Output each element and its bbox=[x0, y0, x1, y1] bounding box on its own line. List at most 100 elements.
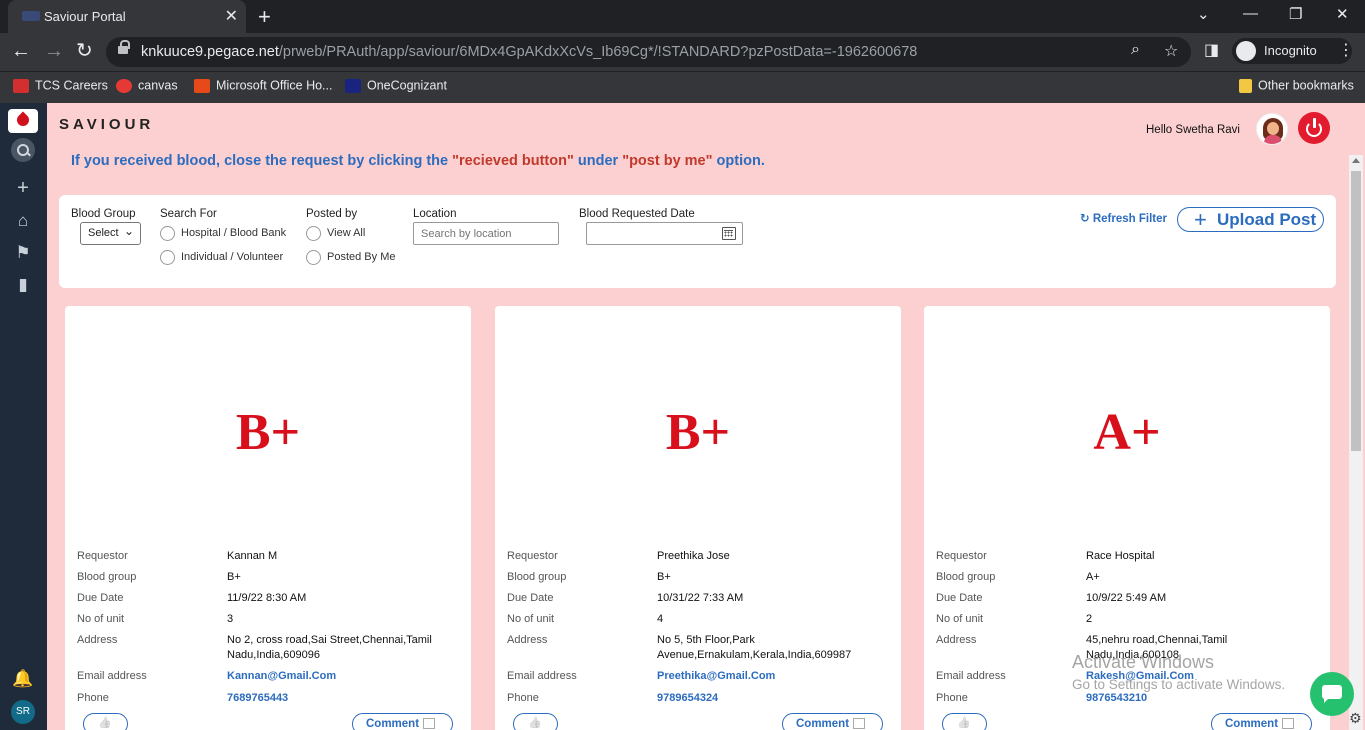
units-value: 4 bbox=[657, 613, 664, 625]
blood-group-value: B+ bbox=[227, 571, 241, 583]
bookmark-canvas[interactable]: canvas bbox=[116, 78, 178, 96]
requested-date-label: Blood Requested Date bbox=[579, 208, 695, 220]
upload-post-button[interactable]: + Upload Post bbox=[1177, 207, 1324, 232]
menu-dots-icon[interactable]: ⋮ bbox=[1338, 40, 1354, 60]
tab-title: Saviour Portal bbox=[44, 9, 126, 24]
page-scrollbar[interactable] bbox=[1349, 155, 1363, 730]
requestor-label: Requestor bbox=[936, 550, 987, 562]
url-text[interactable]: knkuuce9.pegace.net/prweb/PRAuth/app/sav… bbox=[141, 44, 917, 60]
post-card: B+ Requestor Kannan M Blood group B+ Due… bbox=[65, 306, 471, 730]
instruction-notice: If you received blood, close the request… bbox=[71, 153, 765, 169]
address-label: Address bbox=[936, 634, 977, 646]
plus-icon: + bbox=[1194, 207, 1207, 232]
add-icon[interactable]: + bbox=[11, 177, 35, 200]
bookmarks-bar: TCS Careers canvas Microsoft Office Ho..… bbox=[0, 71, 1365, 103]
blood-group-label: Blood Group bbox=[71, 208, 136, 220]
scroll-up-arrow-icon[interactable] bbox=[1352, 158, 1360, 163]
blood-group-label: Blood group bbox=[507, 571, 567, 583]
onecognizant-icon bbox=[345, 78, 361, 93]
email-label: Email address bbox=[77, 670, 147, 682]
chevron-down-icon: ⌄ bbox=[123, 224, 134, 238]
side-panel-icon[interactable]: ◨ bbox=[1204, 40, 1219, 62]
search-for-label: Search For bbox=[160, 208, 217, 220]
radio-individual-label: Individual / Volunteer bbox=[181, 251, 284, 263]
comment-icon bbox=[1282, 718, 1294, 729]
user-avatar-initials[interactable]: SR bbox=[11, 700, 35, 724]
phone-link[interactable]: 7689765443 bbox=[227, 691, 288, 706]
settings-gear-icon[interactable]: ⚙ bbox=[1349, 710, 1362, 727]
blood-drop-logo-icon[interactable] bbox=[8, 109, 38, 133]
requestor-value: Preethika Jose bbox=[657, 550, 730, 562]
bookmark-tcs-careers[interactable]: TCS Careers bbox=[13, 78, 108, 96]
tab-search-icon[interactable]: ⌄ bbox=[1197, 5, 1210, 23]
refresh-filter-button[interactable]: ↻ Refresh Filter bbox=[1080, 211, 1167, 225]
scrollbar-thumb[interactable] bbox=[1351, 171, 1361, 451]
calendar-icon[interactable] bbox=[722, 227, 736, 240]
requested-date-input[interactable] bbox=[586, 222, 743, 245]
units-label: No of unit bbox=[936, 613, 984, 625]
logout-power-icon[interactable] bbox=[1298, 112, 1330, 144]
units-label: No of unit bbox=[77, 613, 125, 625]
restore-icon[interactable]: ❐ bbox=[1289, 5, 1302, 23]
address-value: No 2, cross road,Sai Street,Chennai,Tami… bbox=[227, 634, 432, 661]
filter-panel: Blood Group Select ⌄ Search For Hospital… bbox=[59, 195, 1336, 288]
home-icon[interactable]: ⌂ bbox=[11, 211, 35, 231]
notification-bell-icon[interactable]: 🔔 bbox=[11, 669, 35, 689]
browser-tab-bar: Saviour Portal ✕ + ⌄ — ❐ ✕ bbox=[0, 0, 1365, 33]
window-close-icon[interactable]: ✕ bbox=[1336, 5, 1349, 23]
comment-button[interactable]: Comment bbox=[1211, 713, 1312, 730]
bookmark-onecognizant[interactable]: OneCognizant bbox=[345, 78, 447, 96]
radio-view-all-label: View All bbox=[327, 227, 366, 239]
zoom-icon[interactable]: ⌕ bbox=[1131, 41, 1140, 59]
bookmark-star-icon[interactable]: ☆ bbox=[1164, 41, 1178, 61]
incognito-label: Incognito bbox=[1264, 43, 1317, 58]
due-date-value: 11/9/22 8:30 AM bbox=[227, 592, 307, 604]
email-link[interactable]: Kannan@Gmail.Com bbox=[227, 669, 336, 684]
radio-individual-volunteer[interactable] bbox=[160, 250, 175, 265]
radio-view-all[interactable] bbox=[306, 226, 321, 241]
address-bar[interactable]: knkuuce9.pegace.net/prweb/PRAuth/app/sav… bbox=[106, 37, 1191, 67]
post-card: B+ Requestor Preethika Jose Blood group … bbox=[495, 306, 901, 730]
radio-hospital-label: Hospital / Blood Bank bbox=[181, 227, 287, 239]
reports-chart-icon[interactable]: ▮ bbox=[11, 275, 35, 295]
close-tab-icon[interactable]: ✕ bbox=[225, 6, 238, 26]
back-icon[interactable]: ← bbox=[11, 40, 31, 62]
search-icon[interactable] bbox=[11, 138, 35, 162]
like-button[interactable] bbox=[83, 713, 128, 730]
like-button[interactable] bbox=[942, 713, 987, 730]
phone-link[interactable]: 9789654324 bbox=[657, 691, 718, 706]
email-label: Email address bbox=[507, 670, 577, 682]
user-profile-avatar[interactable] bbox=[1256, 113, 1288, 145]
comment-button[interactable]: Comment bbox=[782, 713, 883, 730]
phone-link[interactable]: 9876543210 bbox=[1086, 691, 1147, 706]
activate-windows-subtitle: Go to Settings to activate Windows. bbox=[1072, 677, 1286, 692]
activate-windows-title: Activate Windows bbox=[1072, 652, 1215, 672]
due-date-value: 10/9/22 5:49 AM bbox=[1086, 592, 1167, 604]
incognito-badge[interactable]: Incognito ⋮ bbox=[1232, 38, 1354, 64]
blood-group-select[interactable]: Select ⌄ bbox=[80, 222, 141, 245]
new-tab-button[interactable]: + bbox=[258, 4, 271, 30]
email-link[interactable]: Preethika@Gmail.Com bbox=[657, 669, 775, 684]
address-label: Address bbox=[507, 634, 548, 646]
location-label: Location bbox=[413, 208, 457, 220]
bookmark-microsoft-office[interactable]: Microsoft Office Ho... bbox=[194, 78, 332, 96]
browser-tab[interactable]: Saviour Portal ✕ bbox=[8, 0, 246, 33]
requestor-label: Requestor bbox=[507, 550, 558, 562]
other-bookmarks[interactable]: Other bookmarks bbox=[1239, 78, 1354, 96]
blood-group-badge: A+ bbox=[1093, 404, 1161, 461]
forward-icon[interactable]: → bbox=[44, 40, 64, 62]
like-button[interactable] bbox=[513, 713, 558, 730]
radio-hospital-blood-bank[interactable] bbox=[160, 226, 175, 241]
minimize-icon[interactable]: — bbox=[1243, 5, 1258, 22]
email-label: Email address bbox=[936, 670, 1006, 682]
location-search-input[interactable] bbox=[413, 222, 559, 245]
chat-icon[interactable] bbox=[1310, 672, 1354, 716]
comment-icon bbox=[853, 718, 865, 729]
phone-label: Phone bbox=[936, 692, 968, 704]
office-icon bbox=[194, 78, 210, 93]
comment-button[interactable]: Comment bbox=[352, 713, 453, 730]
flag-icon[interactable]: ⚑ bbox=[11, 243, 35, 263]
reload-icon[interactable]: ↻ bbox=[76, 40, 93, 62]
radio-posted-by-me[interactable] bbox=[306, 250, 321, 265]
blood-group-value: A+ bbox=[1086, 571, 1100, 583]
